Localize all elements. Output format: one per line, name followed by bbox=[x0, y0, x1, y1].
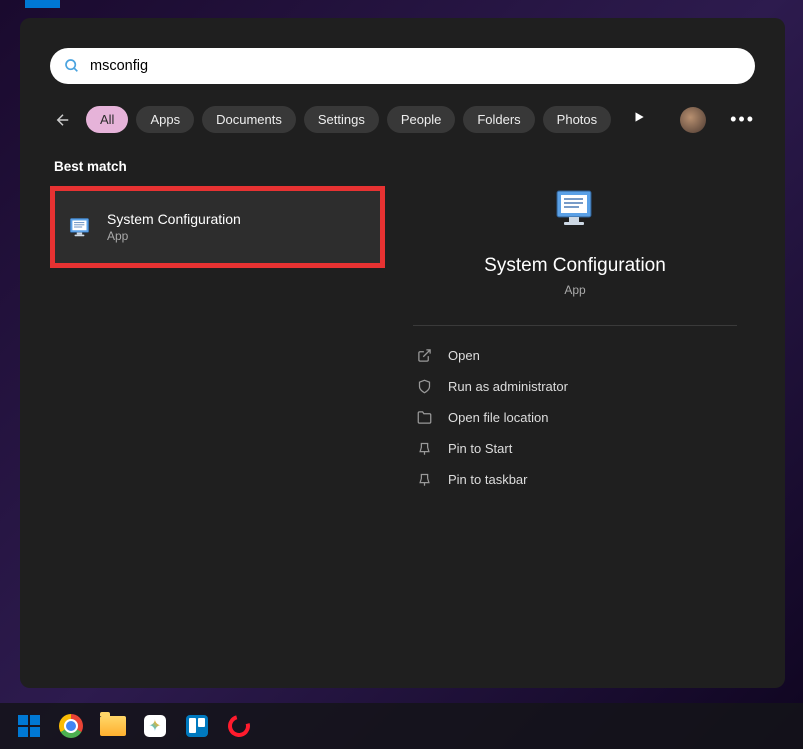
result-system-configuration[interactable]: System Configuration App bbox=[50, 186, 385, 268]
results-left-column: Best match System Configuration App bbox=[50, 159, 385, 505]
action-pin-to-taskbar[interactable]: Pin to taskbar bbox=[407, 464, 743, 495]
taskbar-opera[interactable] bbox=[226, 713, 252, 739]
preview-system-configuration-icon bbox=[551, 185, 599, 233]
taskbar-slack[interactable] bbox=[142, 713, 168, 739]
action-open-file-location[interactable]: Open file location bbox=[407, 402, 743, 433]
preview-divider bbox=[413, 325, 737, 326]
slack-icon bbox=[144, 715, 166, 737]
action-run-as-admin-label: Run as administrator bbox=[448, 379, 568, 394]
window-accent bbox=[25, 0, 60, 8]
back-arrow-icon[interactable] bbox=[50, 107, 76, 133]
action-open-label: Open bbox=[448, 348, 480, 363]
search-icon bbox=[64, 58, 80, 74]
start-button[interactable] bbox=[16, 713, 42, 739]
filter-all[interactable]: All bbox=[86, 106, 128, 133]
opera-icon bbox=[224, 711, 254, 741]
preview-title: System Configuration bbox=[407, 255, 743, 277]
results-content: Best match System Configuration App bbox=[50, 159, 755, 505]
filter-apps[interactable]: Apps bbox=[136, 106, 194, 133]
result-subtitle: App bbox=[107, 229, 241, 243]
file-explorer-icon bbox=[100, 716, 126, 736]
search-box[interactable] bbox=[50, 48, 755, 84]
taskbar-file-explorer[interactable] bbox=[100, 713, 126, 739]
taskbar-trello[interactable] bbox=[184, 713, 210, 739]
open-icon bbox=[417, 348, 432, 363]
filter-folders[interactable]: Folders bbox=[463, 106, 534, 133]
filter-photos[interactable]: Photos bbox=[543, 106, 611, 133]
taskbar bbox=[0, 703, 803, 749]
pin-icon bbox=[417, 441, 432, 456]
play-icon[interactable] bbox=[632, 110, 646, 129]
best-match-label: Best match bbox=[50, 159, 385, 174]
taskbar-chrome[interactable] bbox=[58, 713, 84, 739]
action-open-file-location-label: Open file location bbox=[448, 410, 548, 425]
windows-logo-icon bbox=[18, 715, 40, 737]
folder-icon bbox=[417, 410, 432, 425]
action-pin-to-start[interactable]: Pin to Start bbox=[407, 433, 743, 464]
user-avatar[interactable] bbox=[680, 107, 706, 133]
chrome-icon bbox=[59, 714, 83, 738]
action-pin-to-start-label: Pin to Start bbox=[448, 441, 512, 456]
pin-icon bbox=[417, 472, 432, 487]
more-options-icon[interactable]: ••• bbox=[730, 109, 755, 130]
result-text: System Configuration App bbox=[107, 211, 241, 243]
result-title: System Configuration bbox=[107, 211, 241, 227]
filter-people[interactable]: People bbox=[387, 106, 455, 133]
system-configuration-icon bbox=[67, 214, 93, 240]
start-search-panel: All Apps Documents Settings People Folde… bbox=[20, 18, 785, 688]
action-list: Open Run as administrator Open file loca… bbox=[407, 340, 743, 495]
search-input[interactable] bbox=[90, 58, 741, 74]
filter-settings[interactable]: Settings bbox=[304, 106, 379, 133]
filter-documents[interactable]: Documents bbox=[202, 106, 296, 133]
trello-icon bbox=[186, 715, 208, 737]
preview-panel: System Configuration App Open Run as adm… bbox=[395, 159, 755, 505]
filter-row: All Apps Documents Settings People Folde… bbox=[50, 106, 755, 133]
action-run-as-admin[interactable]: Run as administrator bbox=[407, 371, 743, 402]
action-open[interactable]: Open bbox=[407, 340, 743, 371]
filter-pills: All Apps Documents Settings People Folde… bbox=[86, 106, 611, 133]
action-pin-to-taskbar-label: Pin to taskbar bbox=[448, 472, 528, 487]
preview-subtitle: App bbox=[407, 283, 743, 297]
shield-icon bbox=[417, 379, 432, 394]
